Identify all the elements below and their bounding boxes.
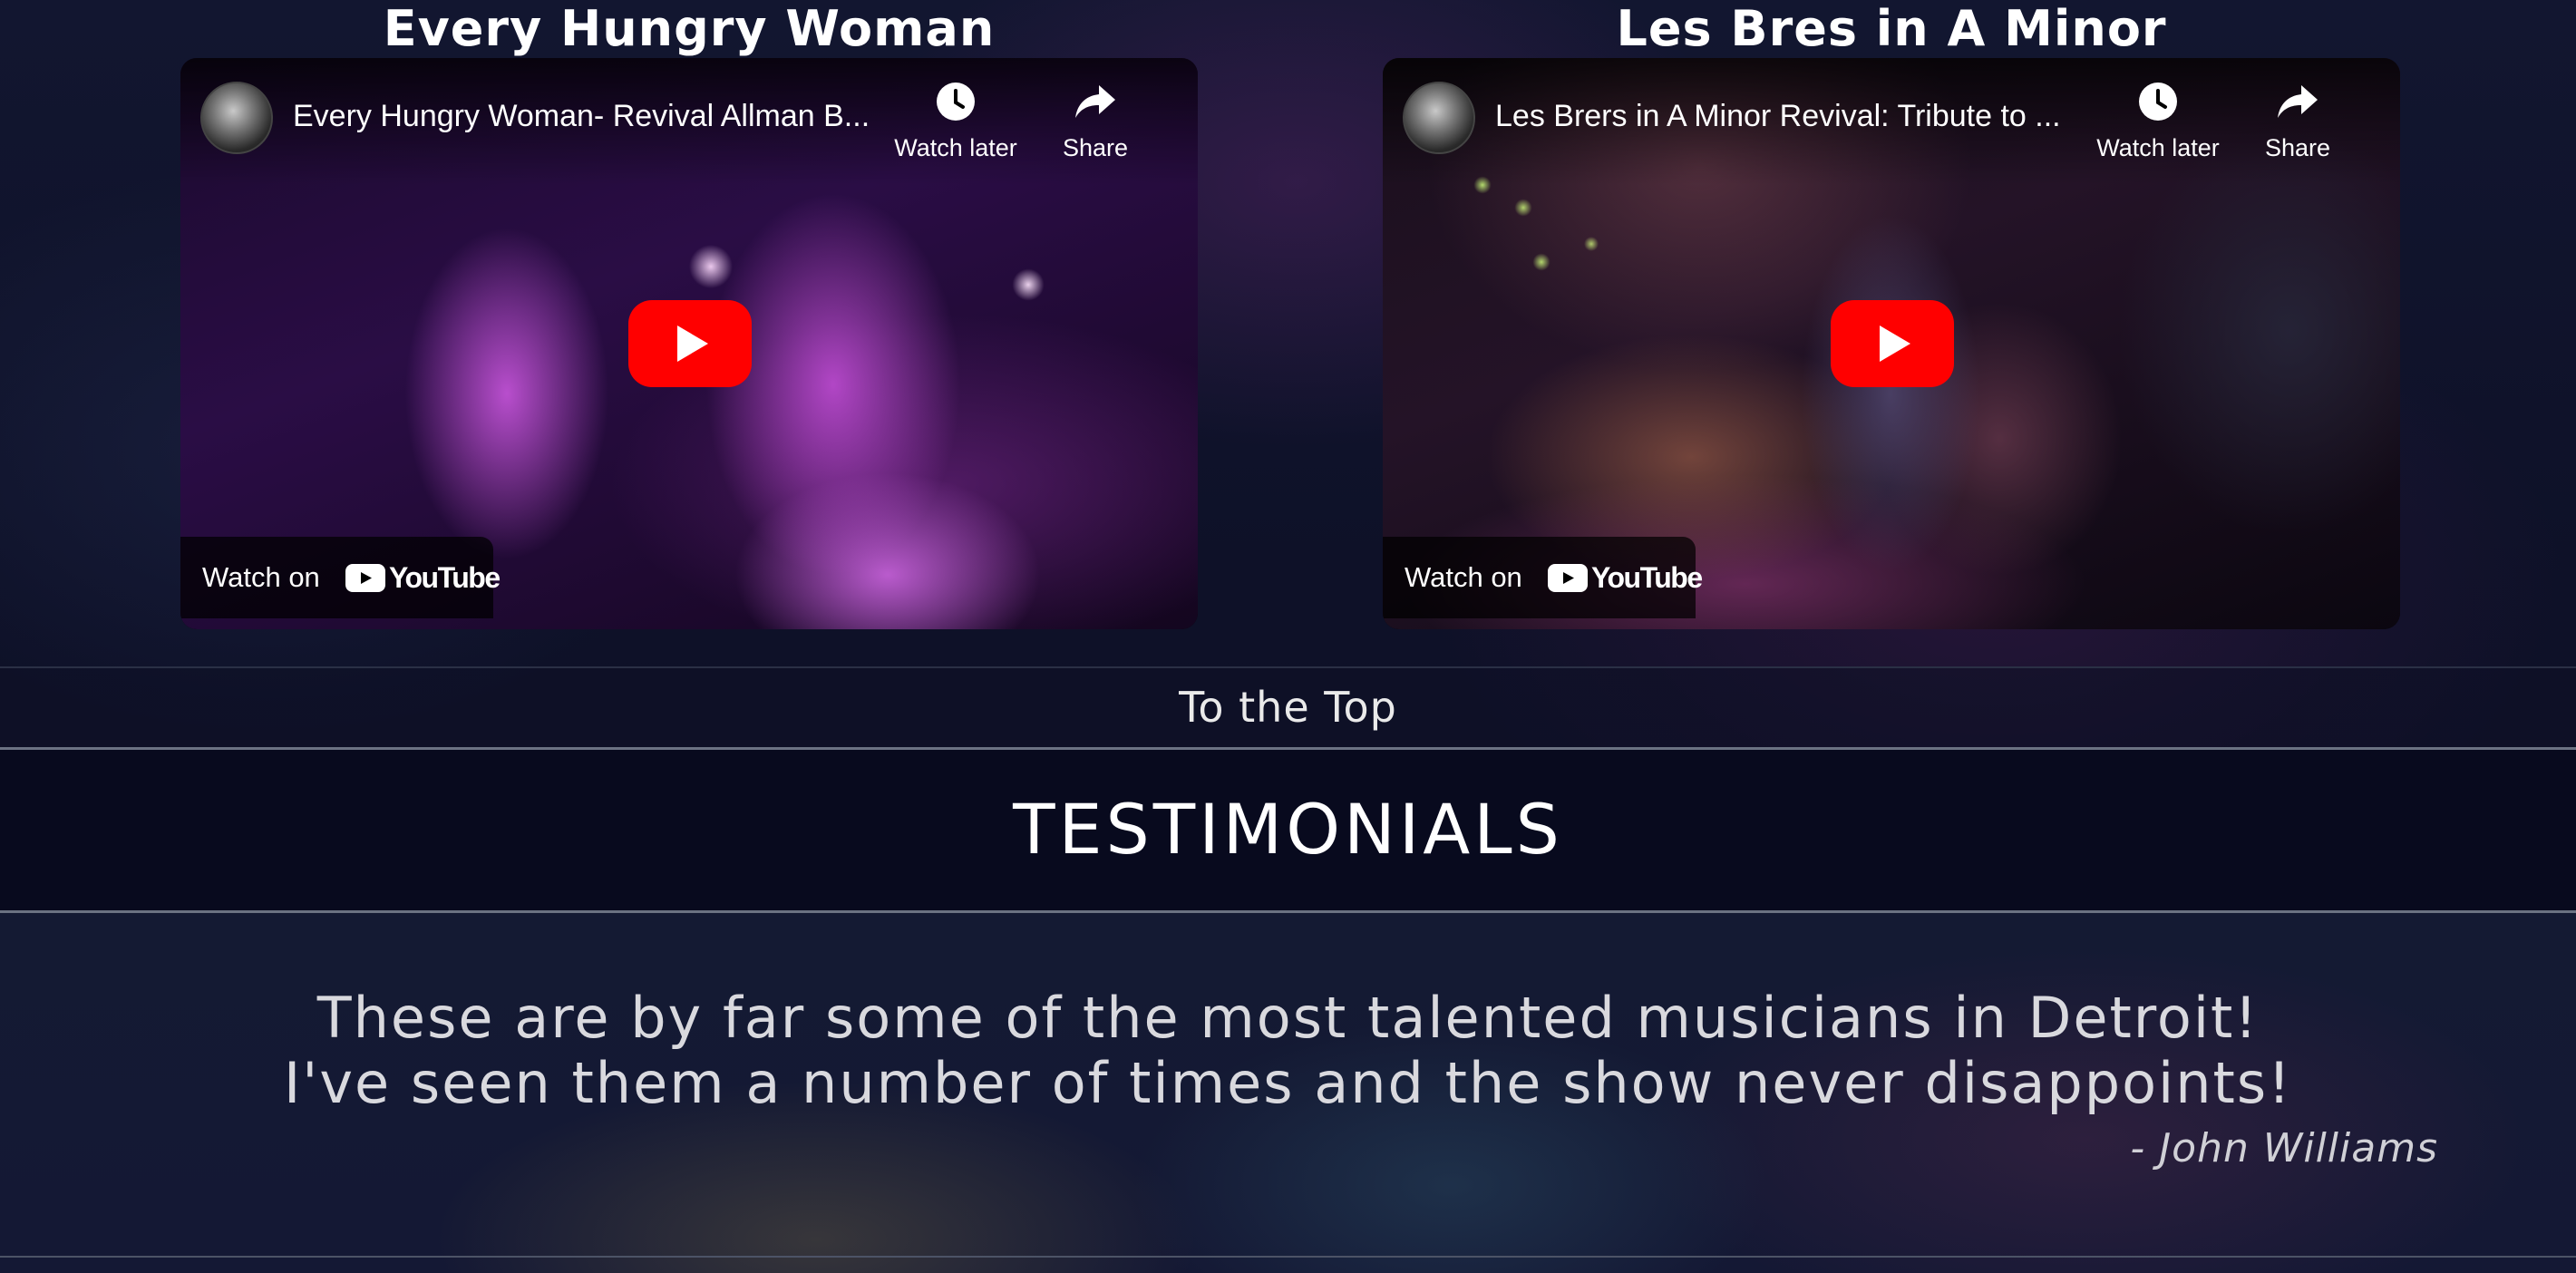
watch-on-label: Watch on xyxy=(1405,561,1522,593)
youtube-player[interactable]: Les Brers in A Minor Revival: Tribute to… xyxy=(1383,58,2400,629)
youtube-logo-icon xyxy=(345,564,385,592)
watch-later-button[interactable]: Watch later xyxy=(2081,80,2235,170)
share-button[interactable]: Share xyxy=(1036,80,1154,170)
youtube-wordmark: YouTube xyxy=(1591,561,1703,594)
share-label: Share xyxy=(1062,134,1129,161)
video-title-link[interactable]: Les Brers in A Minor Revival: Tribute to… xyxy=(1495,96,2085,136)
youtube-logo-icon xyxy=(1548,564,1588,592)
watch-on-label: Watch on xyxy=(202,561,320,593)
play-icon xyxy=(677,326,708,362)
testimonial-quote-line: I've seen them a number of times and the… xyxy=(284,1050,2292,1116)
share-icon xyxy=(1036,80,1154,131)
testimonials-heading: TESTIMONIALS xyxy=(1013,789,1563,870)
channel-avatar[interactable] xyxy=(1403,82,1475,154)
videos-section: Every Hungry Woman Every Hungry Woman- R… xyxy=(0,0,2576,666)
video-section-title: Every Hungry Woman xyxy=(383,0,996,57)
youtube-player[interactable]: Every Hungry Woman- Revival Allman B... … xyxy=(180,58,1198,629)
youtube-wordmark: YouTube xyxy=(389,561,501,594)
divider xyxy=(0,1256,2576,1258)
to-the-top-link[interactable]: To the Top xyxy=(0,668,2576,746)
testimonial-quote-line: These are by far some of the most talent… xyxy=(316,985,2260,1051)
watch-on-youtube-button[interactable]: Watch on YouTube xyxy=(1383,537,1703,618)
watch-later-button[interactable]: Watch later xyxy=(879,80,1033,170)
channel-avatar[interactable] xyxy=(200,82,273,154)
video-title-link[interactable]: Every Hungry Woman- Revival Allman B... xyxy=(293,96,882,136)
play-icon xyxy=(1880,326,1910,362)
clock-icon xyxy=(2081,80,2235,131)
watch-later-label: Watch later xyxy=(894,134,1017,161)
share-button[interactable]: Share xyxy=(2239,80,2357,170)
page: Every Hungry Woman Every Hungry Woman- R… xyxy=(0,0,2576,1273)
to-the-top-bar: To the Top xyxy=(0,666,2576,750)
testimonials-header: TESTIMONIALS xyxy=(0,750,2576,913)
testimonial-author: - John Williams xyxy=(2130,1125,2438,1171)
play-button[interactable] xyxy=(1831,300,1954,387)
play-button[interactable] xyxy=(628,300,752,387)
clock-icon xyxy=(879,80,1033,131)
watch-on-youtube-button[interactable]: Watch on YouTube xyxy=(180,537,501,618)
share-label: Share xyxy=(2264,134,2331,161)
video-section-title: Les Bres in A Minor xyxy=(1616,0,2167,57)
testimonial-section: These are by far some of the most talent… xyxy=(0,913,2576,1273)
testimonial-quote: These are by far some of the most talent… xyxy=(0,986,2576,1116)
watch-later-label: Watch later xyxy=(2096,134,2220,161)
share-icon xyxy=(2239,80,2357,131)
